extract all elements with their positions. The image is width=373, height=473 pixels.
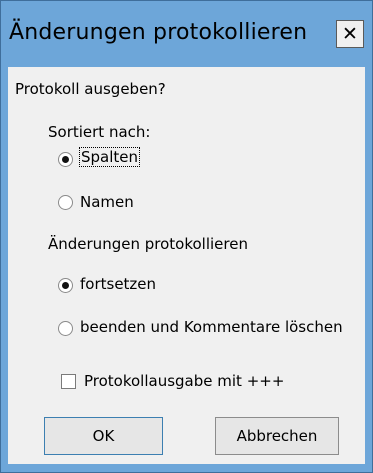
ok-button[interactable]: OK xyxy=(44,417,163,455)
radio-namen[interactable] xyxy=(58,195,73,210)
dialog-window: Änderungen protokollieren ✕ Protokoll au… xyxy=(0,0,373,473)
focus-rect: Spalten xyxy=(78,147,141,167)
cancel-button-label: Abbrechen xyxy=(236,427,318,445)
radio-beenden[interactable] xyxy=(58,321,73,336)
cancel-button[interactable]: Abbrechen xyxy=(215,417,339,455)
sort-group-label: Sortiert nach: xyxy=(48,123,151,141)
radio-fortsetzen-label[interactable]: fortsetzen xyxy=(80,275,156,293)
ok-button-label: OK xyxy=(92,427,115,445)
window-title: Änderungen protokollieren xyxy=(9,20,308,45)
close-button[interactable]: ✕ xyxy=(336,20,364,48)
protokoll-checkbox-label[interactable]: Protokollausgabe mit +++ xyxy=(84,372,284,390)
changes-group-label: Änderungen protokollieren xyxy=(48,235,248,253)
radio-beenden-label[interactable]: beenden und Kommentare löschen xyxy=(80,318,343,336)
radio-fortsetzen[interactable] xyxy=(58,278,73,293)
radio-spalten[interactable] xyxy=(58,152,73,167)
title-bar[interactable]: Änderungen protokollieren ✕ xyxy=(1,1,372,67)
dialog-body: Protokoll ausgeben? Sortiert nach: Spalt… xyxy=(8,67,365,464)
radio-spalten-label[interactable]: Spalten xyxy=(78,147,141,167)
close-icon: ✕ xyxy=(342,22,358,45)
protokoll-checkbox[interactable] xyxy=(61,374,76,389)
radio-namen-label[interactable]: Namen xyxy=(80,193,134,211)
prompt-label: Protokoll ausgeben? xyxy=(15,80,166,98)
